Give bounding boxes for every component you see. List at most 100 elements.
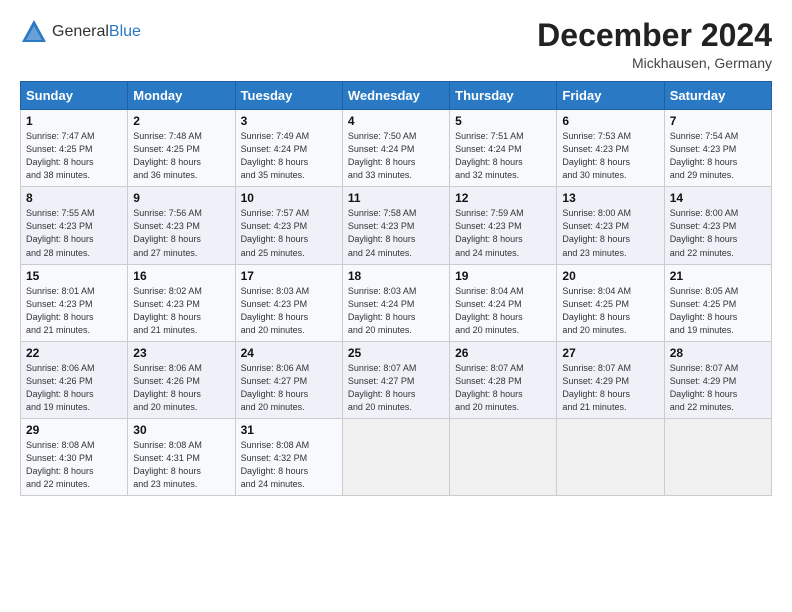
logo-blue: Blue <box>109 23 141 40</box>
header-day-monday: Monday <box>128 82 235 110</box>
week-row-1: 1Sunrise: 7:47 AMSunset: 4:25 PMDaylight… <box>21 110 772 187</box>
cell-info: Sunrise: 7:56 AMSunset: 4:23 PMDaylight:… <box>133 207 229 259</box>
day-number: 5 <box>455 114 551 128</box>
header-row: SundayMondayTuesdayWednesdayThursdayFrid… <box>21 82 772 110</box>
day-number: 30 <box>133 423 229 437</box>
calendar-table: SundayMondayTuesdayWednesdayThursdayFrid… <box>20 81 772 496</box>
calendar-cell: 13Sunrise: 8:00 AMSunset: 4:23 PMDayligh… <box>557 187 664 264</box>
calendar-cell: 22Sunrise: 8:06 AMSunset: 4:26 PMDayligh… <box>21 341 128 418</box>
cell-info: Sunrise: 7:53 AMSunset: 4:23 PMDaylight:… <box>562 130 658 182</box>
calendar-cell <box>450 418 557 495</box>
header-day-wednesday: Wednesday <box>342 82 449 110</box>
calendar-cell: 1Sunrise: 7:47 AMSunset: 4:25 PMDaylight… <box>21 110 128 187</box>
calendar-cell: 17Sunrise: 8:03 AMSunset: 4:23 PMDayligh… <box>235 264 342 341</box>
logo-icon <box>20 18 48 46</box>
cell-info: Sunrise: 8:07 AMSunset: 4:29 PMDaylight:… <box>562 362 658 414</box>
cell-info: Sunrise: 7:51 AMSunset: 4:24 PMDaylight:… <box>455 130 551 182</box>
calendar-cell: 2 Sunrise: 7:48 AMSunset: 4:25 PMDaylight… <box>128 110 235 187</box>
day-number: 14 <box>670 191 766 205</box>
day-number: 31 <box>241 423 337 437</box>
calendar-cell: 5 Sunrise: 7:51 AMSunset: 4:24 PMDaylight… <box>450 110 557 187</box>
calendar-cell: 10 Sunrise: 7:57 AMSunset: 4:23 PMDayligh… <box>235 187 342 264</box>
header-day-sunday: Sunday <box>21 82 128 110</box>
cell-info: Sunrise: 8:05 AMSunset: 4:25 PMDaylight:… <box>670 285 766 337</box>
cell-info: Sunrise: 7:55 AMSunset: 4:23 PMDaylight:… <box>26 207 122 259</box>
day-number: 28 <box>670 346 766 360</box>
day-number: 1 <box>26 114 122 128</box>
title-block: December 2024 Mickhausen, Germany <box>537 18 772 71</box>
day-number: 7 <box>670 114 766 128</box>
cell-info: Sunrise: 8:07 AMSunset: 4:28 PMDaylight:… <box>455 362 551 414</box>
calendar-cell: 6Sunrise: 7:53 AMSunset: 4:23 PMDaylight… <box>557 110 664 187</box>
calendar-cell: 24 Sunrise: 8:06 AMSunset: 4:27 PMDayligh… <box>235 341 342 418</box>
calendar-cell <box>342 418 449 495</box>
calendar-page: GeneralBlue December 2024 Mickhausen, Ge… <box>0 0 792 612</box>
calendar-cell: 30 Sunrise: 8:08 AMSunset: 4:31 PMDayligh… <box>128 418 235 495</box>
day-number: 21 <box>670 269 766 283</box>
cell-info: Sunrise: 8:02 AMSunset: 4:23 PMDaylight:… <box>133 285 229 337</box>
cell-info: Sunrise: 8:08 AMSunset: 4:32 PMDaylight:… <box>241 439 337 491</box>
day-number: 29 <box>26 423 122 437</box>
week-row-5: 29 Sunrise: 8:08 AMSunset: 4:30 PMDayligh… <box>21 418 772 495</box>
cell-info: Sunrise: 7:59 AMSunset: 4:23 PMDaylight:… <box>455 207 551 259</box>
header-day-thursday: Thursday <box>450 82 557 110</box>
cell-info: Sunrise: 8:08 AMSunset: 4:31 PMDaylight:… <box>133 439 229 491</box>
day-number: 17 <box>241 269 337 283</box>
calendar-cell: 19 Sunrise: 8:04 AMSunset: 4:24 PMDayligh… <box>450 264 557 341</box>
calendar-cell: 18 Sunrise: 8:03 AMSunset: 4:24 PMDayligh… <box>342 264 449 341</box>
cell-info: Sunrise: 7:54 AMSunset: 4:23 PMDaylight:… <box>670 130 766 182</box>
cell-info: Sunrise: 8:08 AMSunset: 4:30 PMDaylight:… <box>26 439 122 491</box>
calendar-cell: 16 Sunrise: 8:02 AMSunset: 4:23 PMDayligh… <box>128 264 235 341</box>
calendar-cell: 4Sunrise: 7:50 AMSunset: 4:24 PMDaylight… <box>342 110 449 187</box>
cell-info: Sunrise: 7:49 AMSunset: 4:24 PMDaylight:… <box>241 130 337 182</box>
header-day-friday: Friday <box>557 82 664 110</box>
day-number: 18 <box>348 269 444 283</box>
day-number: 15 <box>26 269 122 283</box>
calendar-cell: 11Sunrise: 7:58 AMSunset: 4:23 PMDayligh… <box>342 187 449 264</box>
cell-info: Sunrise: 8:04 AMSunset: 4:24 PMDaylight:… <box>455 285 551 337</box>
calendar-cell: 12 Sunrise: 7:59 AMSunset: 4:23 PMDayligh… <box>450 187 557 264</box>
week-row-2: 8Sunrise: 7:55 AMSunset: 4:23 PMDaylight… <box>21 187 772 264</box>
calendar-cell: 27Sunrise: 8:07 AMSunset: 4:29 PMDayligh… <box>557 341 664 418</box>
header-day-tuesday: Tuesday <box>235 82 342 110</box>
cell-info: Sunrise: 7:48 AMSunset: 4:25 PMDaylight:… <box>133 130 229 182</box>
calendar-cell: 15 Sunrise: 8:01 AMSunset: 4:23 PMDayligh… <box>21 264 128 341</box>
cell-info: Sunrise: 8:00 AMSunset: 4:23 PMDaylight:… <box>670 207 766 259</box>
calendar-header: SundayMondayTuesdayWednesdayThursdayFrid… <box>21 82 772 110</box>
day-number: 23 <box>133 346 229 360</box>
calendar-cell: 25Sunrise: 8:07 AMSunset: 4:27 PMDayligh… <box>342 341 449 418</box>
cell-info: Sunrise: 8:07 AMSunset: 4:29 PMDaylight:… <box>670 362 766 414</box>
day-number: 24 <box>241 346 337 360</box>
cell-info: Sunrise: 7:57 AMSunset: 4:23 PMDaylight:… <box>241 207 337 259</box>
calendar-cell: 23 Sunrise: 8:06 AMSunset: 4:26 PMDayligh… <box>128 341 235 418</box>
day-number: 22 <box>26 346 122 360</box>
cell-info: Sunrise: 8:07 AMSunset: 4:27 PMDaylight:… <box>348 362 444 414</box>
cell-info: Sunrise: 8:06 AMSunset: 4:26 PMDaylight:… <box>133 362 229 414</box>
week-row-4: 22 Sunrise: 8:06 AMSunset: 4:26 PMDayligh… <box>21 341 772 418</box>
day-number: 16 <box>133 269 229 283</box>
calendar-cell <box>664 418 771 495</box>
calendar-cell: 29 Sunrise: 8:08 AMSunset: 4:30 PMDayligh… <box>21 418 128 495</box>
calendar-cell: 26Sunrise: 8:07 AMSunset: 4:28 PMDayligh… <box>450 341 557 418</box>
calendar-cell: 31 Sunrise: 8:08 AMSunset: 4:32 PMDayligh… <box>235 418 342 495</box>
location: Mickhausen, Germany <box>537 55 772 71</box>
day-number: 10 <box>241 191 337 205</box>
calendar-body: 1Sunrise: 7:47 AMSunset: 4:25 PMDaylight… <box>21 110 772 496</box>
day-number: 9 <box>133 191 229 205</box>
day-number: 2 <box>133 114 229 128</box>
calendar-cell: 21 Sunrise: 8:05 AMSunset: 4:25 PMDayligh… <box>664 264 771 341</box>
day-number: 4 <box>348 114 444 128</box>
calendar-cell: 7 Sunrise: 7:54 AMSunset: 4:23 PMDaylight… <box>664 110 771 187</box>
calendar-cell: 9 Sunrise: 7:56 AMSunset: 4:23 PMDaylight… <box>128 187 235 264</box>
day-number: 12 <box>455 191 551 205</box>
cell-info: Sunrise: 8:06 AMSunset: 4:27 PMDaylight:… <box>241 362 337 414</box>
cell-info: Sunrise: 8:00 AMSunset: 4:23 PMDaylight:… <box>562 207 658 259</box>
cell-info: Sunrise: 8:03 AMSunset: 4:24 PMDaylight:… <box>348 285 444 337</box>
header-day-saturday: Saturday <box>664 82 771 110</box>
day-number: 19 <box>455 269 551 283</box>
cell-info: Sunrise: 8:01 AMSunset: 4:23 PMDaylight:… <box>26 285 122 337</box>
cell-info: Sunrise: 8:04 AMSunset: 4:25 PMDaylight:… <box>562 285 658 337</box>
calendar-cell: 8Sunrise: 7:55 AMSunset: 4:23 PMDaylight… <box>21 187 128 264</box>
calendar-cell: 20 Sunrise: 8:04 AMSunset: 4:25 PMDayligh… <box>557 264 664 341</box>
day-number: 20 <box>562 269 658 283</box>
